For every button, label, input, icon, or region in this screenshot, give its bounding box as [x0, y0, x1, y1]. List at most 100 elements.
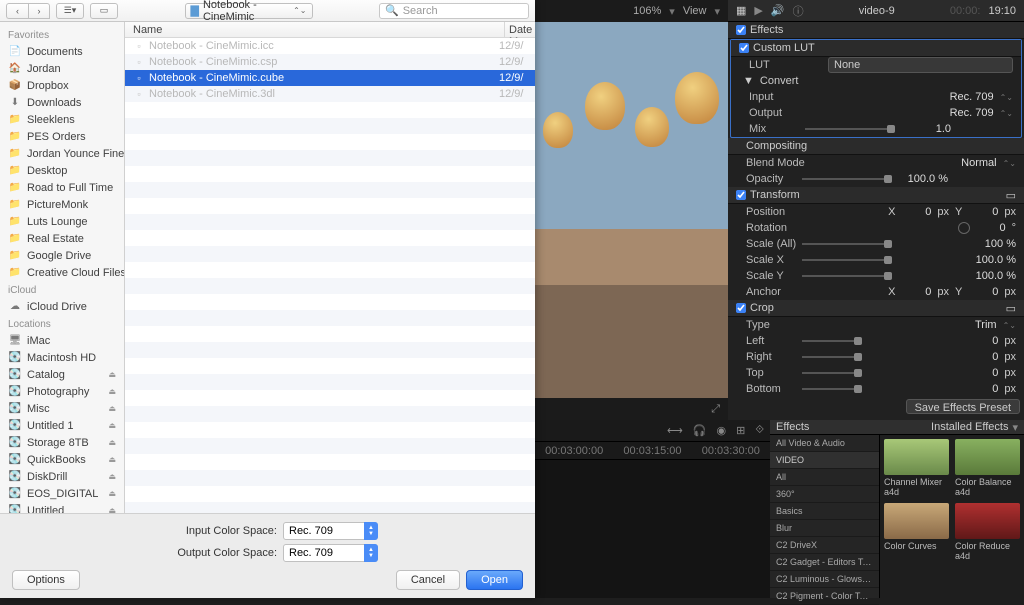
back-button[interactable]: ‹ [6, 3, 28, 19]
lut-output-value[interactable]: Rec. 709 [950, 107, 994, 119]
opacity-slider[interactable] [802, 178, 892, 180]
sidebar-item[interactable]: 📁PES Orders [0, 128, 124, 145]
crop-left-slider[interactable] [802, 340, 862, 342]
save-effects-preset-button[interactable]: Save Effects Preset [906, 399, 1020, 414]
eject-icon[interactable]: ⏏ [108, 387, 116, 396]
sidebar-item[interactable]: 💽Untitled 1⏏ [0, 417, 124, 434]
crop-onscreen-icon[interactable]: ▭ [1006, 302, 1016, 315]
compositing-section[interactable]: Compositing [728, 138, 1024, 155]
sidebar-item[interactable]: 📁Real Estate [0, 230, 124, 247]
eject-icon[interactable]: ⏏ [108, 472, 116, 481]
effects-category[interactable]: C2 Pigment - Color Tools [770, 588, 879, 605]
eject-icon[interactable]: ⏏ [108, 404, 116, 413]
eject-icon[interactable]: ⏏ [108, 455, 116, 464]
column-date-header[interactable]: Date M [505, 22, 535, 37]
crop-right-slider[interactable] [802, 356, 862, 358]
crop-type-value[interactable]: Trim [975, 319, 997, 331]
view-icons-button[interactable]: ▭ [90, 3, 118, 19]
sidebar-item[interactable]: 💽Misc⏏ [0, 400, 124, 417]
pos-x-value[interactable]: 0 [901, 206, 931, 218]
scale-all-slider[interactable] [802, 243, 892, 245]
eject-icon[interactable]: ⏏ [108, 438, 116, 447]
installed-effects-label[interactable]: Installed Effects [931, 421, 1008, 433]
eject-icon[interactable]: ⏏ [108, 489, 116, 498]
output-colorspace-select[interactable]: Rec. 709 ▲▼ [283, 544, 378, 562]
crop-right-value[interactable]: 0 [968, 351, 998, 363]
effect-item[interactable]: Channel Mixer a4d [884, 439, 949, 497]
sidebar-item[interactable]: 📁Jordan Younce Fine A... [0, 145, 124, 162]
sidebar-item[interactable]: 💽EOS_DIGITAL⏏ [0, 485, 124, 502]
transform-onscreen-icon[interactable]: ▭ [1006, 189, 1016, 202]
options-button[interactable]: Options [12, 570, 80, 590]
sidebar-item[interactable]: 💽DiskDrill⏏ [0, 468, 124, 485]
crop-bottom-slider[interactable] [802, 388, 862, 390]
video-tab-icon[interactable]: ▦ [736, 4, 746, 17]
mix-slider[interactable] [805, 128, 895, 130]
rotation-dial-icon[interactable] [958, 222, 970, 234]
effects-category[interactable]: C2 Gadget - Editors Tools [770, 554, 879, 571]
view-menu[interactable]: View [683, 5, 707, 17]
path-popup[interactable]: ▇ Notebook - CineMimic ⌃⌄ [185, 3, 313, 19]
pos-y-value[interactable]: 0 [968, 206, 998, 218]
tools-icon[interactable]: ⟐ [755, 424, 764, 437]
lut-select[interactable]: None [828, 57, 1013, 73]
crop-checkbox[interactable] [736, 303, 746, 313]
effect-item[interactable]: Color Curves [884, 503, 949, 561]
sidebar-item[interactable]: 📁Sleeklens [0, 111, 124, 128]
effects-category[interactable]: C2 Luminous - Glows and B... [770, 571, 879, 588]
eject-icon[interactable]: ⏏ [108, 506, 116, 513]
forward-button[interactable]: › [28, 3, 50, 19]
audio-skim-icon[interactable]: 🎧 [693, 424, 707, 437]
sidebar-item[interactable]: ⬇︎Downloads [0, 94, 124, 111]
effect-item[interactable]: Color Balance a4d [955, 439, 1020, 497]
search-input[interactable]: 🔍 Search [379, 3, 529, 19]
sidebar-item[interactable]: 🖥iMac [0, 332, 124, 349]
effects-category[interactable]: All Video & Audio [770, 435, 879, 452]
mix-value[interactable]: 1.0 [901, 123, 951, 135]
effect-item[interactable]: Color Reduce a4d [955, 503, 1020, 561]
scale-y-value[interactable]: 100.0 % [966, 270, 1016, 282]
sidebar-item[interactable]: 💽Macintosh HD [0, 349, 124, 366]
sidebar-item[interactable]: 📁Creative Cloud Files [0, 264, 124, 281]
file-row[interactable]: ▫Notebook - CineMimic.cube12/9/ [125, 70, 535, 86]
sidebar-item[interactable]: 📁PictureMonk [0, 196, 124, 213]
opacity-value[interactable]: 100.0 % [898, 173, 948, 185]
effects-checkbox[interactable] [736, 25, 746, 35]
timeline-ruler[interactable]: 00:03:00:0000:03:15:0000:03:30:00 [535, 442, 770, 460]
sidebar-item[interactable]: 🏠Jordan [0, 60, 124, 77]
effects-category[interactable]: Blur [770, 520, 879, 537]
view-list-button[interactable]: ☰▾ [56, 3, 84, 19]
disclosure-icon[interactable]: ▼ [739, 75, 754, 87]
scale-y-slider[interactable] [802, 275, 892, 277]
sidebar-item[interactable]: 📁Road to Full Time [0, 179, 124, 196]
lut-input-value[interactable]: Rec. 709 [950, 91, 994, 103]
cancel-button[interactable]: Cancel [396, 570, 460, 590]
scale-x-slider[interactable] [802, 259, 892, 261]
anchor-y-value[interactable]: 0 [968, 286, 998, 298]
sidebar-item[interactable]: 📦Dropbox [0, 77, 124, 94]
fullscreen-icon[interactable]: ⤢ [711, 403, 720, 416]
eject-icon[interactable]: ⏏ [108, 421, 116, 430]
crop-top-value[interactable]: 0 [968, 367, 998, 379]
crop-section[interactable]: Crop▭ [728, 300, 1024, 317]
effects-category[interactable]: All [770, 469, 879, 486]
zoom-level[interactable]: 106% [633, 5, 661, 17]
audio-icon[interactable]: 🔊 [771, 4, 785, 17]
effects-category[interactable]: 360° [770, 486, 879, 503]
blend-value[interactable]: Normal [961, 157, 996, 169]
transform-checkbox[interactable] [736, 190, 746, 200]
sidebar-item[interactable]: 💽Untitled⏏ [0, 502, 124, 513]
sidebar-item[interactable]: 💽QuickBooks⏏ [0, 451, 124, 468]
effects-category[interactable]: VIDEO [770, 452, 879, 469]
scale-x-value[interactable]: 100.0 % [966, 254, 1016, 266]
effects-category[interactable]: C2 DriveX [770, 537, 879, 554]
scale-all-value[interactable]: 100 % [966, 238, 1016, 250]
sidebar-item[interactable]: 📁Desktop [0, 162, 124, 179]
sidebar-item[interactable]: 📄Documents [0, 43, 124, 60]
open-button[interactable]: Open [466, 570, 523, 590]
custom-lut-section[interactable]: Custom LUT [731, 40, 1021, 57]
anchor-x-value[interactable]: 0 [901, 286, 931, 298]
effects-category[interactable]: Basics [770, 503, 879, 520]
eject-icon[interactable]: ⏏ [108, 370, 116, 379]
custom-lut-checkbox[interactable] [739, 43, 749, 53]
